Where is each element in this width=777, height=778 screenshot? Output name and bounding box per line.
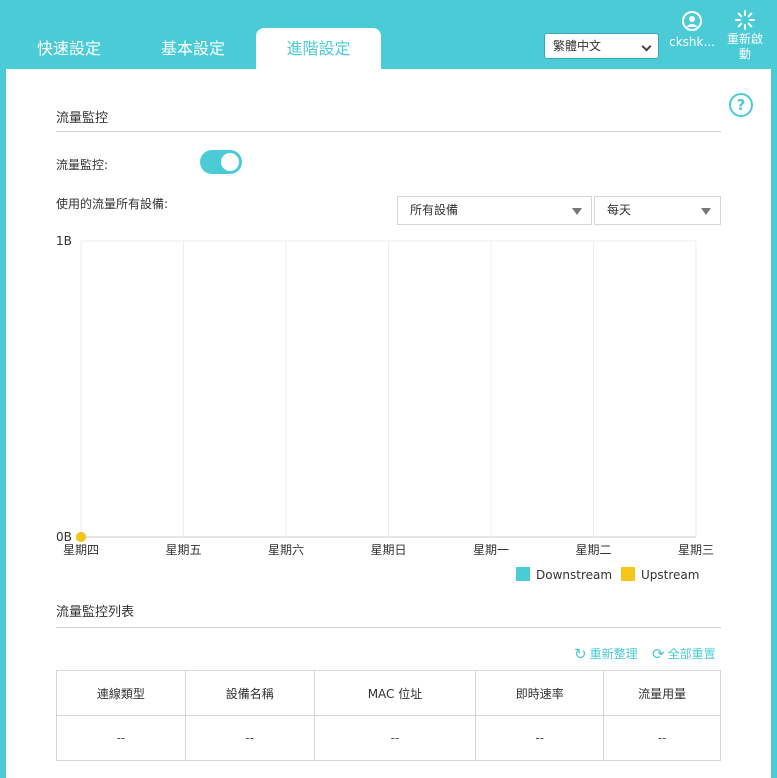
reset-label: 全部重置 [667,647,716,661]
x-tick-label: 星期日 [370,543,406,557]
column-header[interactable]: 流量用量 [603,670,721,716]
traffic-list-section-title: 流量監控列表 [56,605,135,620]
reset-icon: ⟳ [652,645,665,663]
chart-series [76,532,86,542]
legend-label-upstream: Upstream [641,568,700,582]
column-header[interactable]: 連線類型 [56,670,186,716]
table-cell: -- [185,715,315,761]
chart-x-axis: 星期四 星期五 星期六 星期日 星期一 星期二 星期三 [63,543,714,557]
legend-downstream: Downstream [516,567,612,582]
section-divider [56,627,721,628]
table-header-row: 連線類型 設備名稱 MAC 位址 即時速率 流量用量 [56,670,721,716]
table-cell: -- [56,715,186,761]
column-header[interactable]: 即時速率 [475,670,605,716]
column-header[interactable]: MAC 位址 [314,670,477,716]
legend-swatch-upstream [621,567,635,581]
table-cell: -- [603,715,721,761]
x-tick-label: 星期一 [473,543,509,557]
y-tick-label: 0B [56,530,72,544]
traffic-table: 連線類型 設備名稱 MAC 位址 即時速率 流量用量 -- -- -- -- -… [56,670,721,761]
legend-label-downstream: Downstream [536,568,613,582]
x-tick-label: 星期二 [575,543,611,557]
legend-upstream: Upstream [621,567,699,582]
column-header[interactable]: 設備名稱 [185,670,315,716]
x-tick-label: 星期五 [165,543,201,557]
legend-swatch-downstream [516,567,530,581]
table-cell: -- [314,715,477,761]
data-point-upstream [76,532,86,542]
x-tick-label: 星期六 [268,543,304,557]
chart-y-axis: 1B 0B [56,234,72,544]
traffic-chart: 1B 0B 星期四 星期五 星期六 星期日 星期一 星期二 星期三 [56,234,714,557]
table-cell: -- [475,715,605,761]
refresh-icon: ↻ [574,645,587,663]
x-tick-label: 星期四 [63,543,99,557]
y-tick-label: 1B [56,234,72,248]
reset-all-button[interactable]: ⟳ 全部重置 [652,645,716,663]
refresh-label: 重新整理 [589,647,638,661]
table-row: -- -- -- -- -- [56,715,721,761]
chart-grid [80,240,697,538]
x-tick-label: 星期三 [678,543,714,557]
refresh-button[interactable]: ↻ 重新整理 [574,645,638,663]
